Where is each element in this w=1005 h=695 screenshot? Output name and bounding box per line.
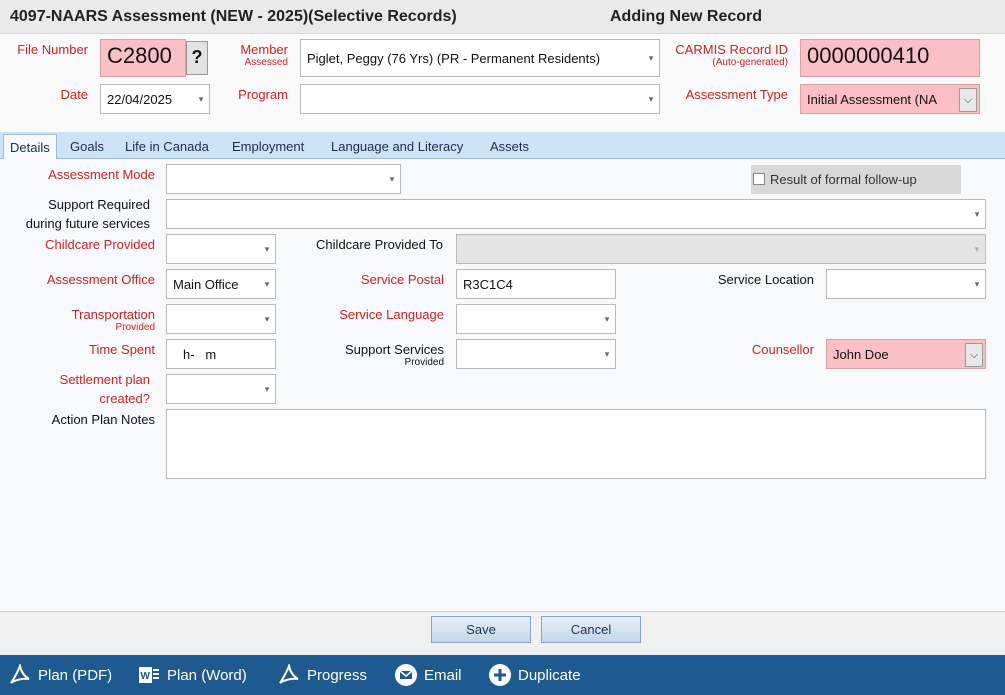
service-postal-label: Service Postal [360, 272, 444, 287]
checkbox-icon[interactable] [753, 173, 765, 185]
save-button[interactable]: Save [431, 616, 531, 643]
dropdown-arrow-icon: ▾ [198, 94, 204, 104]
service-postal-field[interactable]: R3C1C4 [456, 269, 616, 299]
dropdown-arrow-icon: ▾ [604, 349, 610, 359]
member-select[interactable]: Piglet, Peggy (76 Yrs) (PR - Permanent R… [300, 39, 660, 77]
member-label: Member Assessed [240, 42, 288, 68]
tab-details[interactable]: Details [3, 134, 57, 160]
carmis-label: CARMIS Record ID (Auto-generated) [675, 42, 788, 68]
assessment-type-label: Assessment Type [685, 87, 788, 102]
dropdown-arrow-icon: ▾ [264, 314, 270, 324]
dropdown-arrow-icon: ▾ [648, 94, 654, 104]
settlement-plan-label: Settlement plan [59, 372, 150, 387]
dropdown-arrow-icon: ▾ [264, 384, 270, 394]
tab-goals[interactable]: Goals [70, 139, 104, 154]
support-required-select[interactable]: ▾ [166, 199, 986, 229]
assessment-office-select[interactable]: Main Office ▾ [166, 269, 276, 299]
dropdown-arrow-icon: ▾ [389, 174, 395, 184]
tab-life-in-canada[interactable]: Life in Canada [125, 139, 209, 154]
counsellor-select[interactable]: John Doe ⌵ [826, 339, 986, 369]
dropdown-arrow-icon: ▾ [264, 279, 270, 289]
transportation-label: Transportation Provided [71, 307, 155, 333]
pdf-icon [277, 663, 301, 687]
dropdown-arrow-icon: ▾ [264, 244, 270, 254]
childcare-provided-select[interactable]: ▾ [166, 234, 276, 264]
tab-assets[interactable]: Assets [490, 139, 529, 154]
file-number-label: File Number [17, 42, 88, 57]
carmis-id-field: 0000000410 [800, 39, 980, 77]
cancel-button[interactable]: Cancel [541, 616, 641, 643]
assessment-mode-label: Assessment Mode [48, 167, 155, 182]
action-plan-notes-label: Action Plan Notes [51, 412, 155, 427]
service-location-select[interactable]: ▾ [826, 269, 986, 299]
dropdown-arrow-icon: ▾ [648, 53, 654, 63]
counsellor-label: Counsellor [751, 342, 814, 357]
dropdown-arrow-icon: ▾ [974, 279, 980, 289]
support-services-label: Support Services Provided [345, 342, 444, 368]
time-spent-label: Time Spent [89, 342, 155, 357]
assessment-mode-select[interactable]: ▾ [166, 164, 401, 194]
email-icon [394, 663, 418, 687]
duplicate-button[interactable]: Duplicate [488, 655, 581, 695]
email-button[interactable]: Email [394, 655, 462, 695]
time-spent-field[interactable]: h- m [166, 339, 276, 369]
childcare-provided-to-label: Childcare Provided To [316, 237, 443, 252]
progress-button[interactable]: Progress [277, 655, 367, 695]
settlement-plan-label-2: created? [99, 391, 150, 406]
date-label: Date [60, 87, 88, 102]
assessment-office-label: Assessment Office [46, 272, 155, 287]
service-language-label: Service Language [339, 307, 444, 322]
plus-icon [488, 663, 512, 687]
dropdown-arrow-icon: ▾ [604, 314, 610, 324]
childcare-provided-to-select: ▾ [456, 234, 986, 264]
date-field[interactable]: 22/04/2025 ▾ [100, 84, 210, 114]
word-icon: W [137, 663, 161, 687]
service-language-select[interactable]: ▾ [456, 304, 616, 334]
settlement-plan-select[interactable]: ▾ [166, 374, 276, 404]
formal-followup-checkbox[interactable]: Result of formal follow-up [751, 165, 961, 194]
chevron-down-icon[interactable]: ⌵ [965, 343, 983, 367]
transportation-select[interactable]: ▾ [166, 304, 276, 334]
tab-language-literacy[interactable]: Language and Literacy [331, 139, 463, 154]
chevron-down-icon[interactable]: ⌵ [959, 88, 977, 112]
service-location-label: Service Location [717, 272, 814, 287]
program-label: Program [238, 87, 288, 102]
childcare-provided-label: Childcare Provided [45, 237, 155, 252]
support-required-label: Support Required [48, 197, 150, 212]
support-required-label-2: during future services [25, 216, 150, 231]
program-select[interactable]: ▾ [300, 84, 660, 114]
pdf-icon [8, 663, 32, 687]
tab-employment[interactable]: Employment [232, 139, 304, 154]
dropdown-arrow-icon: ▾ [974, 209, 980, 219]
svg-text:W: W [141, 671, 151, 682]
file-number-field[interactable]: C2800 [100, 39, 186, 77]
support-services-select[interactable]: ▾ [456, 339, 616, 369]
dropdown-arrow-icon: ▾ [974, 244, 980, 254]
action-plan-notes-textarea[interactable] [166, 409, 986, 479]
plan-pdf-button[interactable]: Plan (PDF) [8, 655, 112, 695]
plan-word-button[interactable]: W Plan (Word) [137, 655, 247, 695]
window-title: 4097-NAARS Assessment (NEW - 2025)(Selec… [10, 8, 457, 25]
help-button[interactable]: ? [186, 41, 208, 75]
assessment-type-select[interactable]: Initial Assessment (NA ⌵ [800, 84, 980, 114]
window-mode: Adding New Record [610, 8, 763, 25]
